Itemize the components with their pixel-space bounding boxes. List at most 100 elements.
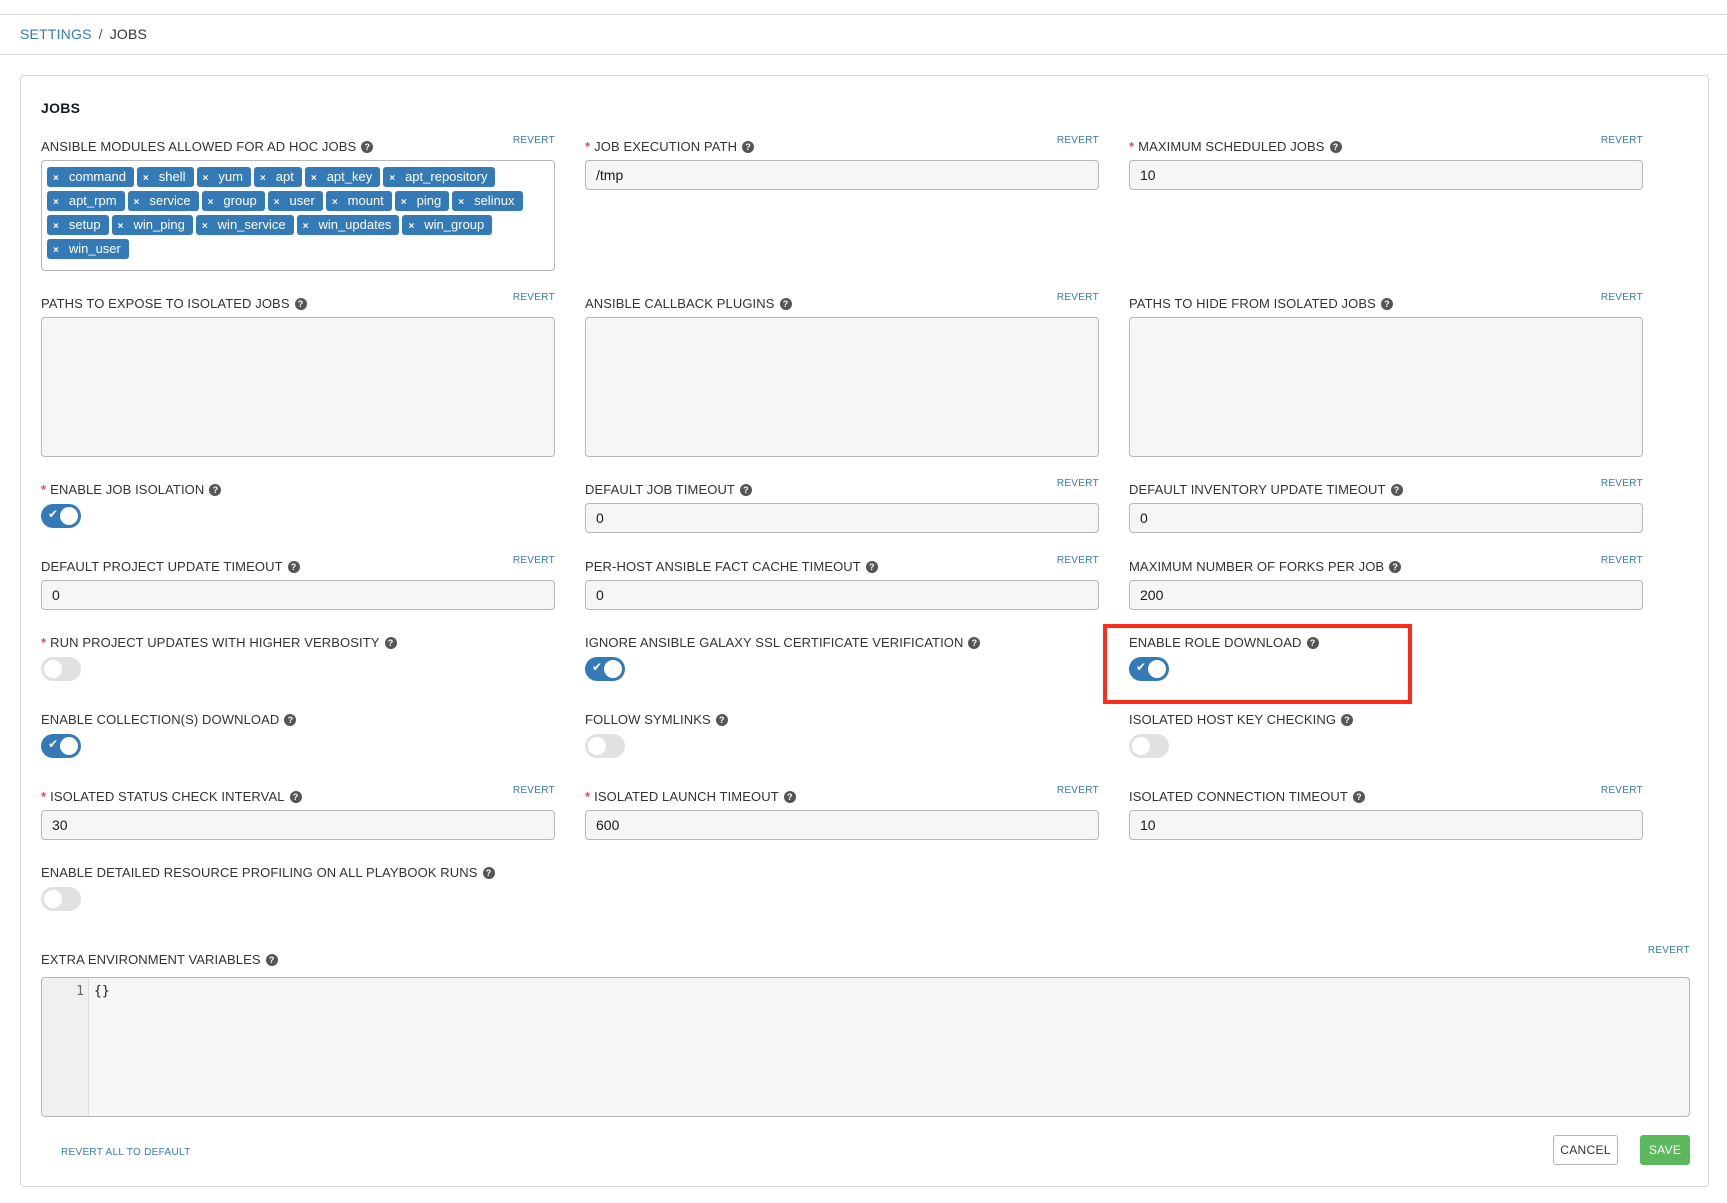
module-tag[interactable]: × user: [267, 191, 323, 211]
revert-all-link[interactable]: REVERT ALL TO DEFAULT: [61, 1147, 191, 1158]
isolated-launch-timeout-input[interactable]: 600: [585, 810, 1099, 840]
revert-link[interactable]: REVERT: [513, 555, 555, 566]
isolated-connection-timeout-input[interactable]: 10: [1129, 810, 1643, 840]
question-circle-icon[interactable]: ?: [779, 298, 792, 310]
question-circle-icon[interactable]: ?: [265, 954, 278, 966]
question-circle-icon[interactable]: ?: [209, 484, 222, 496]
module-tag[interactable]: × selinux: [452, 191, 523, 211]
question-circle-icon[interactable]: ?: [1341, 714, 1354, 726]
module-tag[interactable]: × command: [47, 167, 134, 187]
question-circle-icon[interactable]: ?: [287, 561, 300, 573]
resource-profiling-toggle[interactable]: ✔: [41, 887, 81, 911]
close-icon[interactable]: ×: [332, 197, 338, 208]
close-icon[interactable]: ×: [134, 197, 140, 208]
code-content[interactable]: {}: [94, 984, 110, 999]
revert-link[interactable]: REVERT: [1057, 135, 1099, 146]
extra-env-code-editor[interactable]: 1 {}: [41, 977, 1690, 1117]
enable-collection-download-toggle[interactable]: ✔: [41, 734, 81, 758]
module-tag[interactable]: × setup: [47, 215, 109, 235]
isolated-status-interval-input[interactable]: 30: [41, 810, 555, 840]
module-tag[interactable]: × service: [127, 191, 199, 211]
close-icon[interactable]: ×: [203, 173, 209, 184]
close-icon[interactable]: ×: [53, 245, 59, 256]
module-tag[interactable]: × apt: [253, 167, 302, 187]
enable-job-isolation-toggle[interactable]: ✔: [41, 504, 81, 528]
breadcrumb-settings-link[interactable]: SETTINGS: [20, 26, 92, 42]
question-circle-icon[interactable]: ?: [1380, 298, 1393, 310]
revert-link[interactable]: REVERT: [1601, 135, 1643, 146]
ansible-modules-tag-input[interactable]: × command × shell × yum × apt × apt_key × apt_repos…: [41, 160, 555, 271]
question-circle-icon[interactable]: ?: [1352, 791, 1365, 803]
close-icon[interactable]: ×: [311, 173, 317, 184]
save-button[interactable]: SAVE: [1640, 1135, 1690, 1165]
revert-link[interactable]: REVERT: [1057, 555, 1099, 566]
default-inventory-timeout-input[interactable]: 0: [1129, 503, 1643, 533]
close-icon[interactable]: ×: [389, 173, 395, 184]
question-circle-icon[interactable]: ?: [289, 791, 302, 803]
module-tag[interactable]: × apt_rpm: [47, 191, 125, 211]
close-icon[interactable]: ×: [53, 197, 59, 208]
close-icon[interactable]: ×: [408, 221, 414, 232]
close-icon[interactable]: ×: [53, 173, 59, 184]
module-tag[interactable]: × apt_repository: [383, 167, 496, 187]
module-tag[interactable]: × win_user: [47, 239, 129, 259]
revert-link[interactable]: REVERT: [1601, 478, 1643, 489]
close-icon[interactable]: ×: [53, 221, 59, 232]
close-icon[interactable]: ×: [401, 197, 407, 208]
module-tag[interactable]: × yum: [196, 167, 251, 187]
question-circle-icon[interactable]: ?: [968, 637, 981, 649]
question-circle-icon[interactable]: ?: [294, 298, 307, 310]
revert-link[interactable]: REVERT: [1601, 555, 1643, 566]
question-circle-icon[interactable]: ?: [361, 141, 374, 153]
question-circle-icon[interactable]: ?: [783, 791, 796, 803]
module-tag[interactable]: × shell: [136, 167, 194, 187]
paths-expose-textarea[interactable]: [41, 317, 555, 457]
fact-cache-timeout-input[interactable]: 0: [585, 580, 1099, 610]
default-job-timeout-input[interactable]: 0: [585, 503, 1099, 533]
module-tag[interactable]: × ping: [394, 191, 450, 211]
module-tag[interactable]: × win_ping: [111, 215, 193, 235]
close-icon[interactable]: ×: [118, 221, 124, 232]
question-circle-icon[interactable]: ?: [865, 561, 878, 573]
question-circle-icon[interactable]: ?: [739, 484, 752, 496]
revert-link[interactable]: REVERT: [513, 292, 555, 303]
callback-plugins-textarea[interactable]: [585, 317, 1099, 457]
cancel-button[interactable]: CANCEL: [1553, 1135, 1618, 1165]
close-icon[interactable]: ×: [143, 173, 149, 184]
ignore-galaxy-ssl-toggle[interactable]: ✔: [585, 657, 625, 681]
revert-link[interactable]: REVERT: [1057, 292, 1099, 303]
question-circle-icon[interactable]: ?: [284, 714, 297, 726]
close-icon[interactable]: ×: [458, 197, 464, 208]
question-circle-icon[interactable]: ?: [715, 714, 728, 726]
question-circle-icon[interactable]: ?: [1389, 561, 1402, 573]
module-tag[interactable]: × win_group: [402, 215, 493, 235]
close-icon[interactable]: ×: [202, 221, 208, 232]
revert-link[interactable]: REVERT: [1057, 785, 1099, 796]
default-project-timeout-input[interactable]: 0: [41, 580, 555, 610]
revert-link[interactable]: REVERT: [1601, 292, 1643, 303]
question-circle-icon[interactable]: ?: [384, 637, 397, 649]
max-forks-input[interactable]: 200: [1129, 580, 1643, 610]
close-icon[interactable]: ×: [208, 197, 214, 208]
question-circle-icon[interactable]: ?: [742, 141, 755, 153]
revert-link[interactable]: REVERT: [513, 135, 555, 146]
module-tag[interactable]: × apt_key: [304, 167, 381, 187]
revert-link[interactable]: REVERT: [1601, 785, 1643, 796]
module-tag[interactable]: × win_service: [195, 215, 294, 235]
max-scheduled-jobs-input[interactable]: 10: [1129, 160, 1643, 190]
module-tag[interactable]: × group: [201, 191, 265, 211]
question-circle-icon[interactable]: ?: [1390, 484, 1403, 496]
close-icon[interactable]: ×: [260, 173, 266, 184]
module-tag[interactable]: × win_updates: [296, 215, 400, 235]
job-execution-path-input[interactable]: /tmp: [585, 160, 1099, 190]
run-verbosity-toggle[interactable]: ✔: [41, 657, 81, 681]
module-tag[interactable]: × mount: [325, 191, 392, 211]
paths-hide-textarea[interactable]: [1129, 317, 1643, 457]
isolated-host-key-toggle[interactable]: ✔: [1129, 734, 1169, 758]
close-icon[interactable]: ×: [274, 197, 280, 208]
revert-link[interactable]: REVERT: [513, 785, 555, 796]
revert-link[interactable]: REVERT: [1648, 945, 1690, 956]
follow-symlinks-toggle[interactable]: ✔: [585, 734, 625, 758]
revert-link[interactable]: REVERT: [1057, 478, 1099, 489]
question-circle-icon[interactable]: ?: [1329, 141, 1342, 153]
